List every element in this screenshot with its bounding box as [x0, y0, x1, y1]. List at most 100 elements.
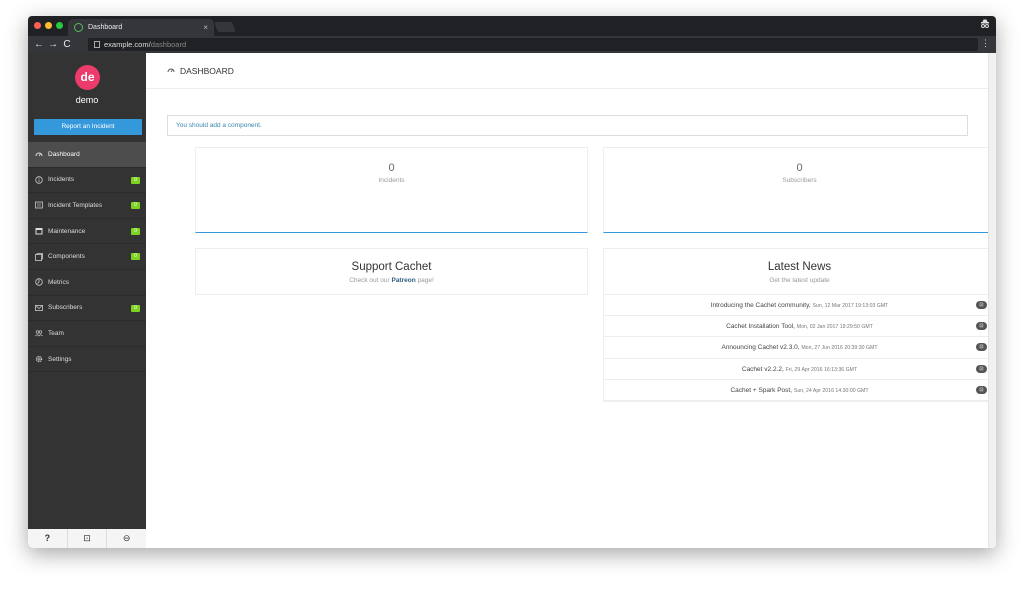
stat-label: Subscribers	[782, 177, 817, 184]
news-title: Announcing Cachet v2.3.0,	[721, 344, 800, 352]
sidebar-item-incidents[interactable]: Incidents 0	[28, 168, 146, 194]
template-icon	[35, 201, 43, 209]
tab-close-icon[interactable]: ×	[203, 23, 208, 32]
card-subtitle: Get the latest update	[769, 277, 830, 284]
team-icon	[35, 329, 43, 338]
sidebar-item-label: Settings	[48, 355, 72, 363]
forward-arrow-icon[interactable]: →	[46, 36, 60, 53]
list-item[interactable]: Announcing Cachet v2.3.0, Mon, 27 Jun 20…	[604, 337, 995, 359]
sidebar: de demo Report an Incident Dashboard Inc…	[28, 53, 146, 548]
incognito-icon	[980, 19, 990, 32]
count-badge: 0	[131, 253, 140, 261]
external-link-icon[interactable]: ⊡	[976, 364, 987, 373]
maximize-window-button[interactable]	[56, 22, 63, 29]
support-text-after: page!	[417, 277, 434, 284]
sidebar-item-team[interactable]: Team	[28, 321, 146, 347]
external-link-icon[interactable]: ⊡	[976, 385, 987, 394]
news-date: Fri, 29 Apr 2016 16:13:36 GMT	[785, 366, 858, 373]
stat-value: 0	[388, 162, 395, 174]
sidebar-item-settings[interactable]: Settings	[28, 347, 146, 373]
minimize-window-button[interactable]	[45, 22, 52, 29]
sidebar-item-incident-templates[interactable]: Incident Templates 0	[28, 193, 146, 219]
sidebar-item-label: Dashboard	[48, 150, 80, 158]
components-icon	[35, 252, 43, 261]
avatar[interactable]: de	[75, 65, 100, 90]
help-icon[interactable]: ?	[28, 529, 68, 548]
sidebar-item-label: Components	[48, 253, 85, 261]
browser-toolbar: ← → C example.com/dashboard ⋮	[28, 36, 996, 53]
latest-news-card: Latest News Get the latest update Introd…	[603, 248, 996, 402]
count-badge: 0	[131, 202, 140, 210]
support-text-before: Check out our	[349, 277, 390, 284]
count-badge: 0	[131, 176, 140, 184]
dashboard-gauge-icon	[167, 66, 175, 76]
count-badge: 0	[131, 304, 140, 312]
external-link-icon[interactable]: ⊡	[976, 322, 987, 331]
status-page-icon[interactable]: ⊡	[68, 529, 108, 548]
mail-icon	[35, 304, 43, 312]
incidents-stat-card[interactable]: 0 Incidents	[195, 147, 588, 233]
sidebar-footer: ? ⊡ ⊖	[28, 529, 146, 548]
news-date: Sun, 24 Apr 2016 14:30:00 GMT	[793, 387, 869, 394]
page-icon	[94, 41, 100, 48]
news-list: Introducing the Cachet community, Sun, 1…	[604, 294, 995, 401]
scrollbar[interactable]	[988, 53, 996, 548]
support-cachet-card: Support Cachet Check out our Patreon pag…	[195, 248, 588, 295]
page-title: DASHBOARD	[180, 65, 234, 76]
sidebar-item-label: Incidents	[48, 176, 75, 184]
sidebar-item-maintenance[interactable]: Maintenance 0	[28, 219, 146, 245]
news-title: Cachet v2.2.2,	[741, 365, 784, 373]
sidebar-item-label: Team	[48, 329, 64, 337]
page-header: DASHBOARD	[146, 53, 988, 89]
dashboard-gauge-icon	[35, 150, 43, 158]
close-window-button[interactable]	[34, 22, 41, 29]
sidebar-item-dashboard[interactable]: Dashboard	[28, 142, 146, 168]
reload-icon[interactable]: C	[60, 36, 74, 53]
browser-titlebar: Dashboard ×	[28, 16, 996, 36]
card-subtitle: Check out our Patreon page!	[196, 277, 587, 284]
browser-window: Dashboard × ← → C example.com/dashboard …	[28, 16, 996, 548]
sidebar-nav: Dashboard Incidents 0 Incident Templates…	[28, 142, 146, 373]
news-title: Introducing the Cachet community,	[710, 302, 811, 309]
patreon-link[interactable]: Patreon	[391, 277, 415, 284]
cachet-favicon-icon	[74, 23, 83, 32]
news-title: Cachet Installation Tool,	[726, 323, 795, 331]
subscribers-stat-card[interactable]: 0 Subscribers	[603, 147, 996, 233]
screen: Dashboard × ← → C example.com/dashboard …	[0, 0, 1024, 589]
card-title: Latest News	[767, 261, 832, 273]
sidebar-item-subscribers[interactable]: Subscribers 0	[28, 296, 146, 322]
address-bar[interactable]: example.com/dashboard	[88, 38, 978, 51]
news-date: Mon, 02 Jan 2017 19:29:50 GMT	[796, 324, 873, 331]
sidebar-item-metrics[interactable]: Metrics	[28, 270, 146, 296]
count-badge: 0	[131, 227, 140, 235]
calendar-icon	[35, 227, 43, 235]
sidebar-item-label: Maintenance	[48, 227, 86, 235]
tab-title: Dashboard	[88, 24, 123, 31]
external-link-icon[interactable]: ⊡	[976, 343, 987, 352]
stat-label: Incidents	[378, 177, 405, 184]
browser-menu-icon[interactable]: ⋮	[981, 38, 990, 49]
news-title: Cachet + Spark Post,	[730, 386, 793, 394]
report-incident-button[interactable]: Report an Incident	[34, 119, 142, 135]
news-date: Sun, 12 Mar 2017 19:13:03 GMT	[812, 303, 889, 309]
list-item[interactable]: Cachet v2.2.2, Fri, 29 Apr 2016 16:13:36…	[604, 359, 995, 380]
sidebar-item-label: Subscribers	[48, 304, 83, 312]
url-host: example.com/	[104, 40, 151, 49]
back-arrow-icon[interactable]: ←	[32, 36, 46, 53]
info-circle-icon	[35, 176, 43, 184]
list-item[interactable]: Cachet Installation Tool, Mon, 02 Jan 20…	[604, 316, 995, 338]
sidebar-item-components[interactable]: Components 0	[28, 244, 146, 270]
metrics-icon	[35, 278, 43, 286]
info-alert: You should add a component.	[167, 115, 968, 136]
username: demo	[75, 95, 99, 105]
external-link-icon[interactable]: ⊡	[976, 301, 987, 309]
list-item[interactable]: Introducing the Cachet community, Sun, 1…	[604, 295, 995, 317]
sidebar-item-label: Incident Templates	[48, 201, 103, 209]
card-title: Support Cachet	[351, 261, 432, 273]
url-path: dashboard	[150, 40, 187, 49]
new-tab-button[interactable]	[214, 22, 236, 32]
logout-icon[interactable]: ⊖	[107, 529, 146, 548]
browser-tab[interactable]: Dashboard ×	[68, 19, 214, 36]
sidebar-item-label: Metrics	[48, 278, 69, 286]
list-item[interactable]: Cachet + Spark Post, Sun, 24 Apr 2016 14…	[604, 380, 995, 401]
